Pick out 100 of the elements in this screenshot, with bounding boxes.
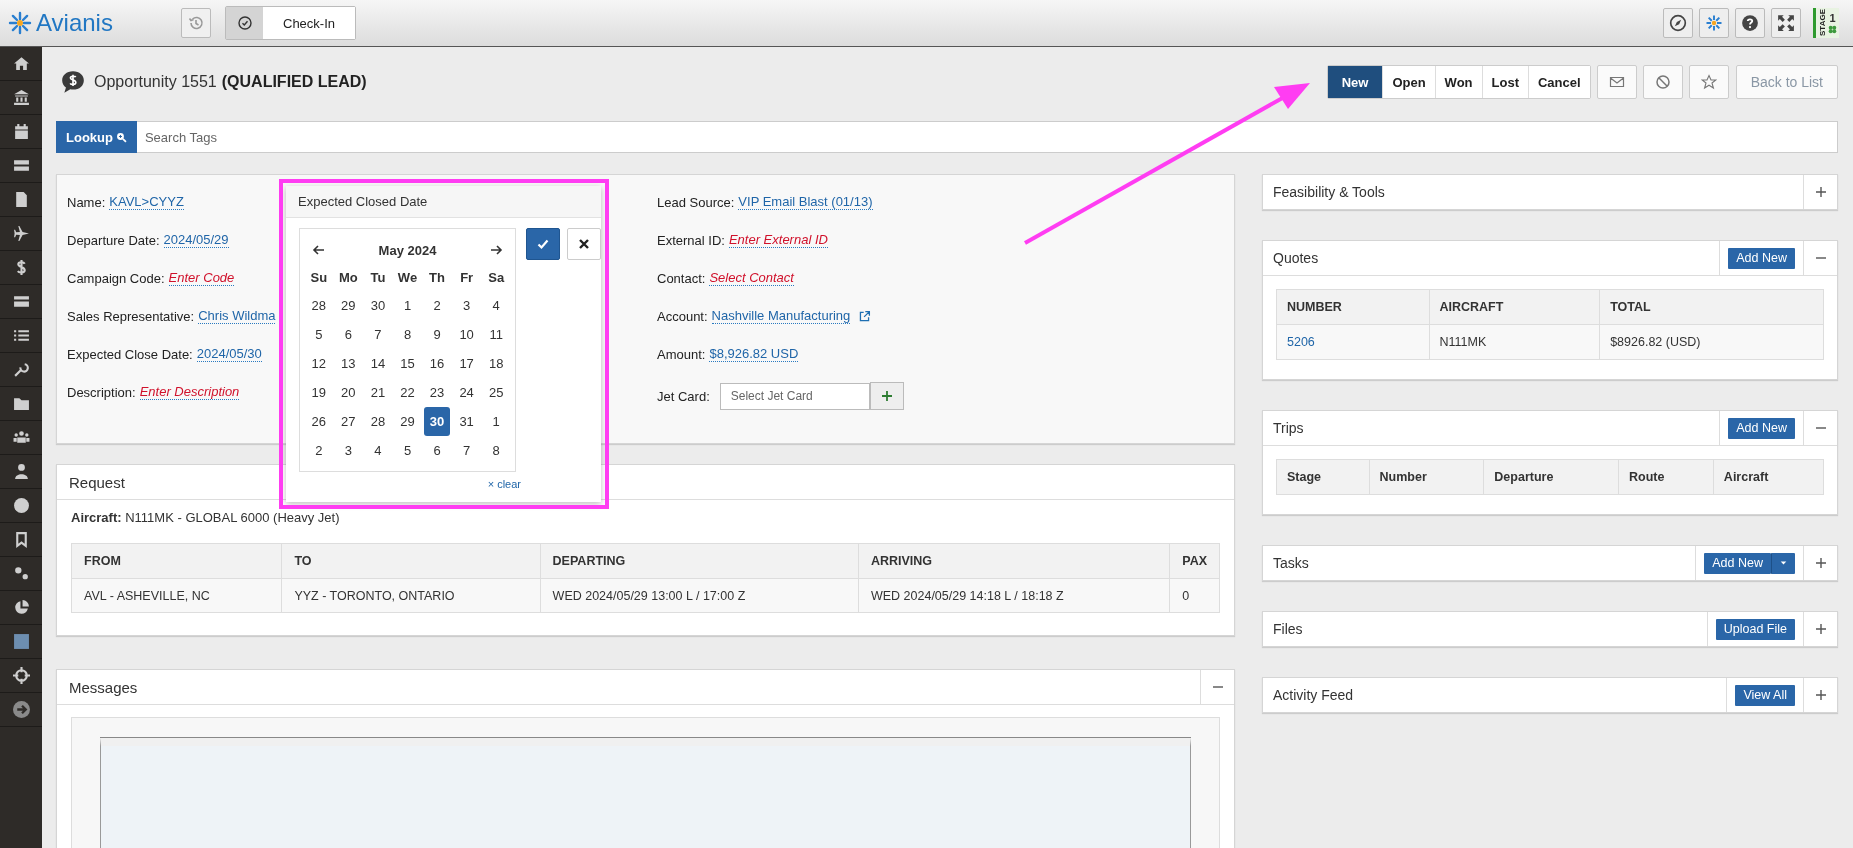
calendar-day[interactable]: 5 [306,320,332,349]
calendar-day[interactable]: 27 [335,407,362,436]
status-button[interactable]: Won [1434,66,1482,98]
calendar-day[interactable]: 6 [424,436,450,465]
folder-icon[interactable] [12,395,30,412]
compass-button[interactable] [1663,8,1693,38]
panel-toggle-button[interactable] [1803,241,1837,275]
crosshair-icon[interactable] [12,667,30,684]
next-month-icon[interactable] [489,243,503,257]
jet-card-field[interactable]: Select Jet Card [719,382,870,410]
add-button[interactable] [869,382,904,410]
check-in-button[interactable]: Check-In [263,7,356,39]
block-button[interactable] [1642,65,1683,99]
field-value[interactable]: VIP Email Blast (01/13) [738,194,873,210]
field-value[interactable]: KAVL>CYYZ [109,194,184,210]
panel-toggle-button[interactable] [1803,175,1837,209]
calendar-day[interactable]: 30 [365,291,391,320]
pie-chart-icon[interactable] [12,599,30,616]
calendar-day[interactable]: 21 [365,378,391,407]
calendar-day[interactable]: 4 [365,436,391,465]
panel-action-button[interactable]: Add New [1728,247,1795,269]
fullscreen-icon[interactable] [1777,14,1795,32]
check-circle-icon[interactable] [236,15,253,31]
help-button[interactable] [1735,8,1765,38]
calendar-day[interactable]: 26 [306,407,332,436]
close-icon[interactable] [577,237,591,251]
calendar-day[interactable]: 18 [483,349,509,378]
cancel-button[interactable] [567,228,601,260]
calendar-day[interactable]: 8 [394,320,421,349]
checkmark-icon[interactable] [536,237,550,251]
external-link-icon[interactable] [858,309,872,323]
logo-button[interactable] [1699,8,1729,38]
help-icon[interactable] [1741,14,1759,32]
panel-toggle-button[interactable] [1803,612,1837,646]
month-label[interactable]: May 2024 [378,242,437,258]
calendar-day[interactable]: 3 [335,436,362,465]
panel-toggle-button[interactable] [1803,546,1837,580]
calendar-day[interactable]: 5 [394,436,421,465]
field-value[interactable]: Enter Code [168,270,235,286]
status-button[interactable]: Cancel [1528,66,1590,98]
search-tags-field[interactable]: Search Tags [136,121,1838,153]
bank-icon[interactable] [12,89,30,106]
plus-icon[interactable] [1813,622,1828,636]
status-button[interactable]: Lost [1481,66,1528,98]
calendar-day[interactable]: 1 [394,291,421,320]
list-icon[interactable] [12,327,30,344]
email-button[interactable] [1596,65,1637,99]
panel-action-button[interactable]: Add New [1704,552,1771,574]
status-button[interactable]: New [1327,66,1383,98]
quote-link[interactable]: 5206 [1276,324,1429,360]
previous-month-icon[interactable] [312,243,326,257]
panel-action-button[interactable]: View All [1735,684,1795,706]
calendar-day[interactable]: 25 [483,378,509,407]
clear-link[interactable]: × clear [487,478,521,490]
calendar-day[interactable]: 23 [424,378,450,407]
calendar-day[interactable]: 3 [453,291,480,320]
compass-icon[interactable] [1669,14,1687,32]
calendar-icon[interactable] [12,123,30,140]
panel-toggle-button[interactable] [1803,411,1837,445]
envelope-icon[interactable] [1608,74,1625,90]
panel-action-button[interactable]: Add New [1728,417,1795,439]
users-icon[interactable] [12,429,30,446]
flower-logo-icon[interactable] [1705,14,1723,32]
calendar-day[interactable]: 13 [335,349,362,378]
calendar-day[interactable]: 2 [306,436,332,465]
dropdown-button[interactable] [1771,552,1795,574]
calendar-day[interactable]: 11 [483,320,509,349]
plus-icon[interactable] [1813,688,1828,702]
lookup-button[interactable]: Lookup [56,121,137,153]
status-button[interactable]: Open [1382,66,1435,98]
calendar-day[interactable]: 29 [335,291,362,320]
field-value[interactable]: 2024/05/29 [163,232,229,248]
fullscreen-button[interactable] [1771,8,1801,38]
field-value[interactable]: Enter External ID [728,232,828,248]
user-icon[interactable] [12,463,30,480]
calendar-day[interactable]: 7 [365,320,391,349]
calendar-day[interactable]: 28 [365,407,391,436]
calendar-day[interactable]: 8 [483,436,509,465]
panel-toggle-button[interactable] [1803,678,1837,712]
card-icon[interactable] [12,293,30,310]
field-value[interactable]: Chris Wildma [198,308,276,324]
calendar-day[interactable]: 20 [335,378,362,407]
calendar-day[interactable]: 2 [424,291,450,320]
field-value[interactable]: Nashville Manufacturing [711,308,851,324]
calendar-day[interactable]: 22 [394,378,421,407]
calendar-day[interactable]: 28 [306,291,332,320]
arrow-right-icon[interactable] [12,701,30,718]
calendar-day[interactable]: 16 [424,349,450,378]
plus-icon[interactable] [1813,185,1828,199]
calendar-day[interactable]: 12 [306,349,332,378]
calendar-day[interactable]: 14 [365,349,391,378]
calendar-day[interactable]: 15 [394,349,421,378]
calendar-day[interactable]: 9 [424,320,450,349]
plus-icon[interactable] [879,389,894,403]
calendar-day[interactable]: 31 [453,407,480,436]
caret-icon[interactable] [1780,560,1787,566]
search-icon[interactable] [115,131,127,143]
wrench-icon[interactable] [12,361,30,378]
calendar-day[interactable]: 30 [424,407,450,436]
panel-action-button[interactable]: Upload File [1715,618,1795,640]
